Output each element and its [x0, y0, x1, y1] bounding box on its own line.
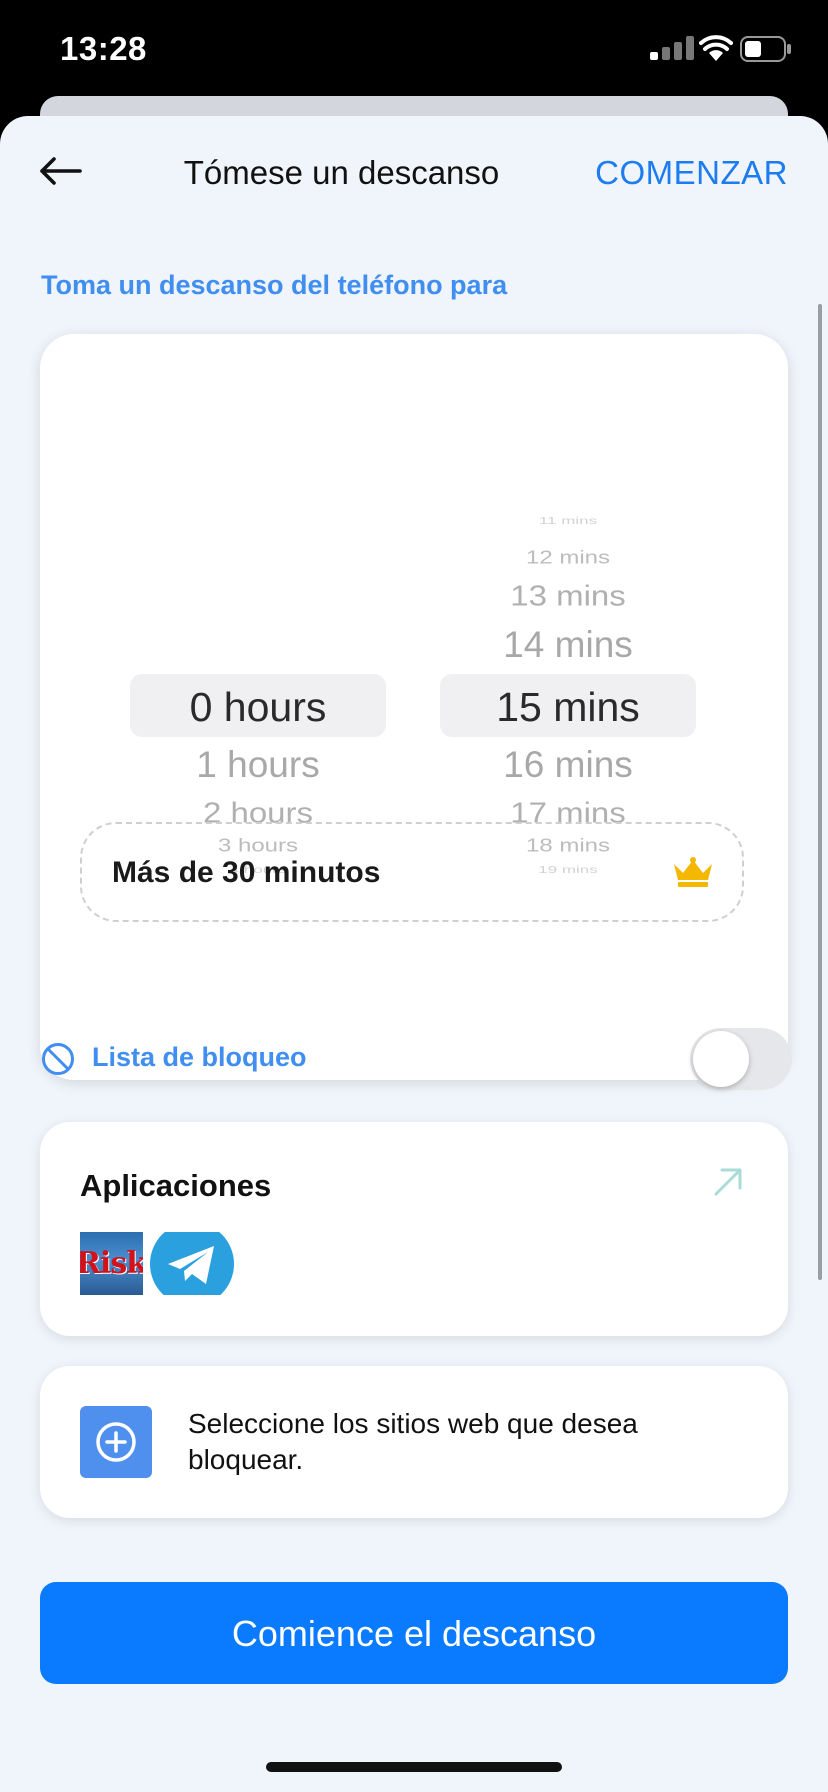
add-website-icon[interactable] — [80, 1406, 152, 1478]
crown-icon — [674, 857, 712, 887]
app-icon-risk: Risk — [80, 1232, 143, 1295]
apps-title: Aplicaciones — [80, 1168, 272, 1203]
minutes-wheel[interactable]: 11 mins 12 mins 13 mins 14 mins 15 mins … — [440, 334, 700, 875]
minutes-option[interactable]: 14 mins — [440, 626, 696, 663]
toggle-knob — [693, 1031, 749, 1087]
hours-selected-option[interactable]: 0 hours — [130, 687, 386, 728]
minutes-option[interactable]: 13 mins — [440, 581, 696, 610]
scroll-indicator — [818, 304, 822, 1280]
premium-duration-label: Más de 30 minutos — [112, 856, 381, 889]
duration-picker-card: 0 hours 1 hours 2 hours 3 hours 4 hours … — [40, 334, 788, 1080]
wifi-icon — [699, 35, 733, 61]
premium-duration-option[interactable]: Más de 30 minutos — [80, 822, 744, 922]
open-arrow-icon[interactable] — [712, 1166, 744, 1198]
block-websites-card[interactable]: Seleccione los sitios web que desea bloq… — [40, 1366, 788, 1518]
start-break-button[interactable]: Comience el descanso — [40, 1582, 788, 1684]
risk-app-logo-text: Risk — [80, 1246, 143, 1281]
home-indicator — [266, 1762, 562, 1772]
battery-icon — [740, 36, 791, 62]
websites-prompt: Seleccione los sitios web que desea bloq… — [188, 1408, 638, 1475]
page-title: Tómese un descanso — [183, 154, 500, 191]
minutes-option[interactable]: 16 mins — [440, 746, 696, 783]
signal-icon — [650, 36, 694, 60]
telegram-icon — [150, 1232, 234, 1295]
take-a-break-sheet: Tómese un descanso COMENZAR Toma un desc… — [0, 116, 828, 1792]
status-time: 13:28 — [60, 30, 147, 67]
minutes-option[interactable]: 12 mins — [440, 549, 696, 567]
hours-option[interactable]: 1 hours — [130, 746, 386, 783]
blocklist-label: Lista de bloqueo — [92, 1042, 307, 1072]
start-button[interactable]: COMENZAR — [595, 154, 788, 192]
blocklist-toggle[interactable] — [690, 1028, 792, 1090]
minutes-option[interactable]: 11 mins — [440, 515, 696, 525]
block-icon — [42, 1043, 74, 1075]
duration-section-label: Toma un descanso del teléfono para — [41, 270, 508, 300]
start-break-label: Comience el descanso — [231, 1613, 597, 1654]
status-bar: 13:28 — [0, 0, 828, 100]
blocked-apps-card[interactable]: Aplicaciones Risk — [40, 1122, 788, 1336]
minutes-selected-option[interactable]: 15 mins — [440, 687, 696, 728]
hours-wheel[interactable]: 0 hours 1 hours 2 hours 3 hours 4 hours — [130, 334, 390, 875]
